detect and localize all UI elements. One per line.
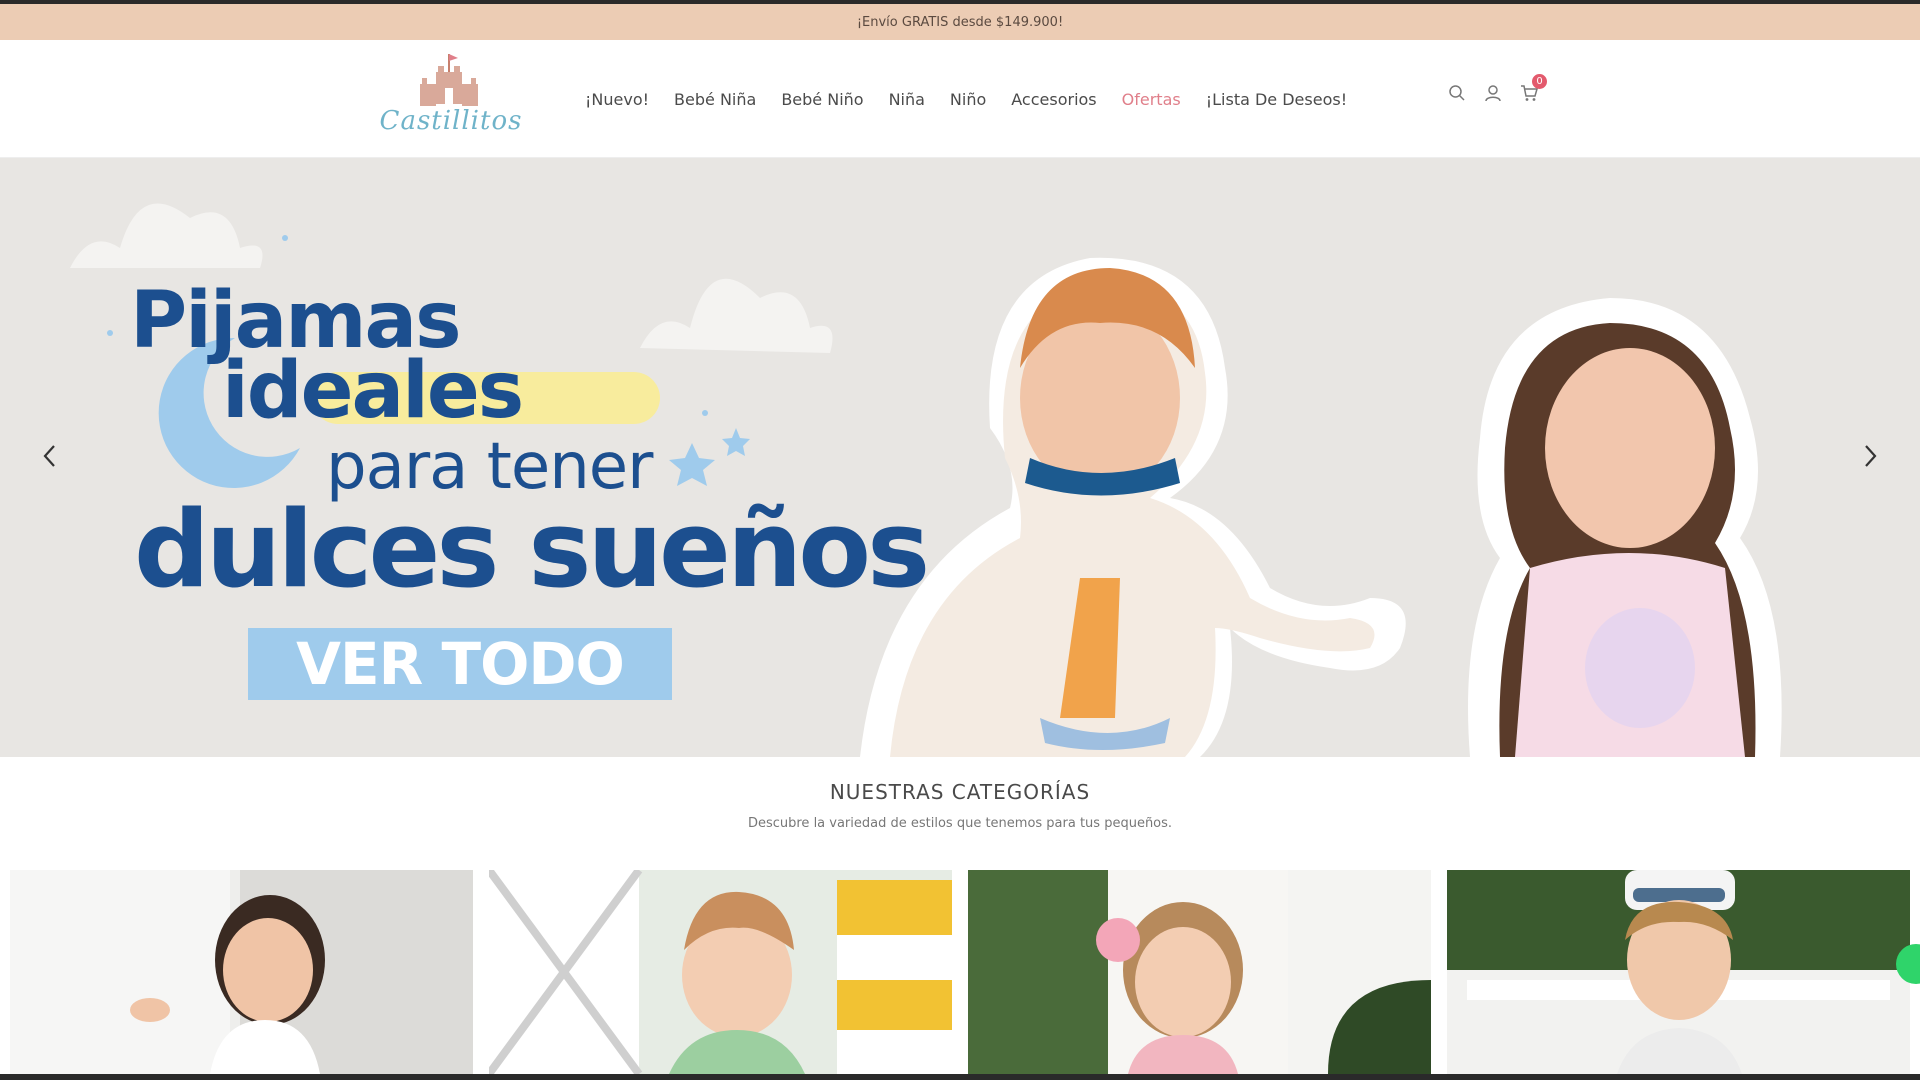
window-bottom-edge [0,1074,1920,1080]
category-card[interactable] [968,870,1431,1074]
promo-text: ¡Envío GRATIS desde $149.900! [856,14,1064,30]
nav-item-lista-deseos[interactable]: ¡Lista De Deseos! [1206,90,1347,109]
category-card[interactable] [10,870,473,1074]
hero-headline-2: ideales [222,346,524,436]
ver-todo-button[interactable]: VER TODO [248,628,672,700]
hero-headline-4: dulces sueños [134,488,930,611]
category-photo [489,870,952,1074]
nav-item-bebe-nino[interactable]: Bebé Niño [781,90,863,109]
chevron-right-icon [1865,445,1877,467]
category-card[interactable] [489,870,952,1074]
cart-count-badge: 0 [1532,74,1547,89]
category-cards [10,870,1910,1074]
cart-icon[interactable]: 0 [1520,74,1547,102]
brand-logo[interactable]: Castillitos [378,50,524,150]
logo-wordmark: Castillitos [379,106,523,136]
hero-banner[interactable]: Pijamas ideales para tener dulces sueños… [0,158,1920,757]
category-card[interactable] [1447,870,1910,1074]
category-photo [968,870,1431,1074]
nav-item-bebe-nina[interactable]: Bebé Niña [674,90,756,109]
prev-slide-button[interactable] [32,438,68,474]
category-photo [1447,870,1910,1074]
categories-title: NUESTRAS CATEGORÍAS [829,780,1091,804]
main-nav: ¡Nuevo! Bebé Niña Bebé Niño Niña Niño Ac… [585,40,1347,158]
nav-item-nuevo[interactable]: ¡Nuevo! [585,90,649,109]
user-icon[interactable] [1484,84,1502,102]
nav-item-accesorios[interactable]: Accesorios [1011,90,1096,109]
header-icons: 0 [1448,74,1547,102]
nav-item-nino[interactable]: Niño [950,90,986,109]
next-slide-button[interactable] [1852,438,1888,474]
nav-item-nina[interactable]: Niña [889,90,925,109]
search-icon[interactable] [1448,84,1466,102]
site-header: Castillitos ¡Nuevo! Bebé Niña Bebé Niño … [0,40,1920,158]
nav-item-ofertas[interactable]: Ofertas [1122,90,1181,109]
promo-bar: ¡Envío GRATIS desde $149.900! [0,4,1920,40]
chevron-left-icon [43,445,55,467]
category-photo [10,870,473,1074]
categories-subtitle: Descubre la variedad de estilos que tene… [747,816,1173,831]
